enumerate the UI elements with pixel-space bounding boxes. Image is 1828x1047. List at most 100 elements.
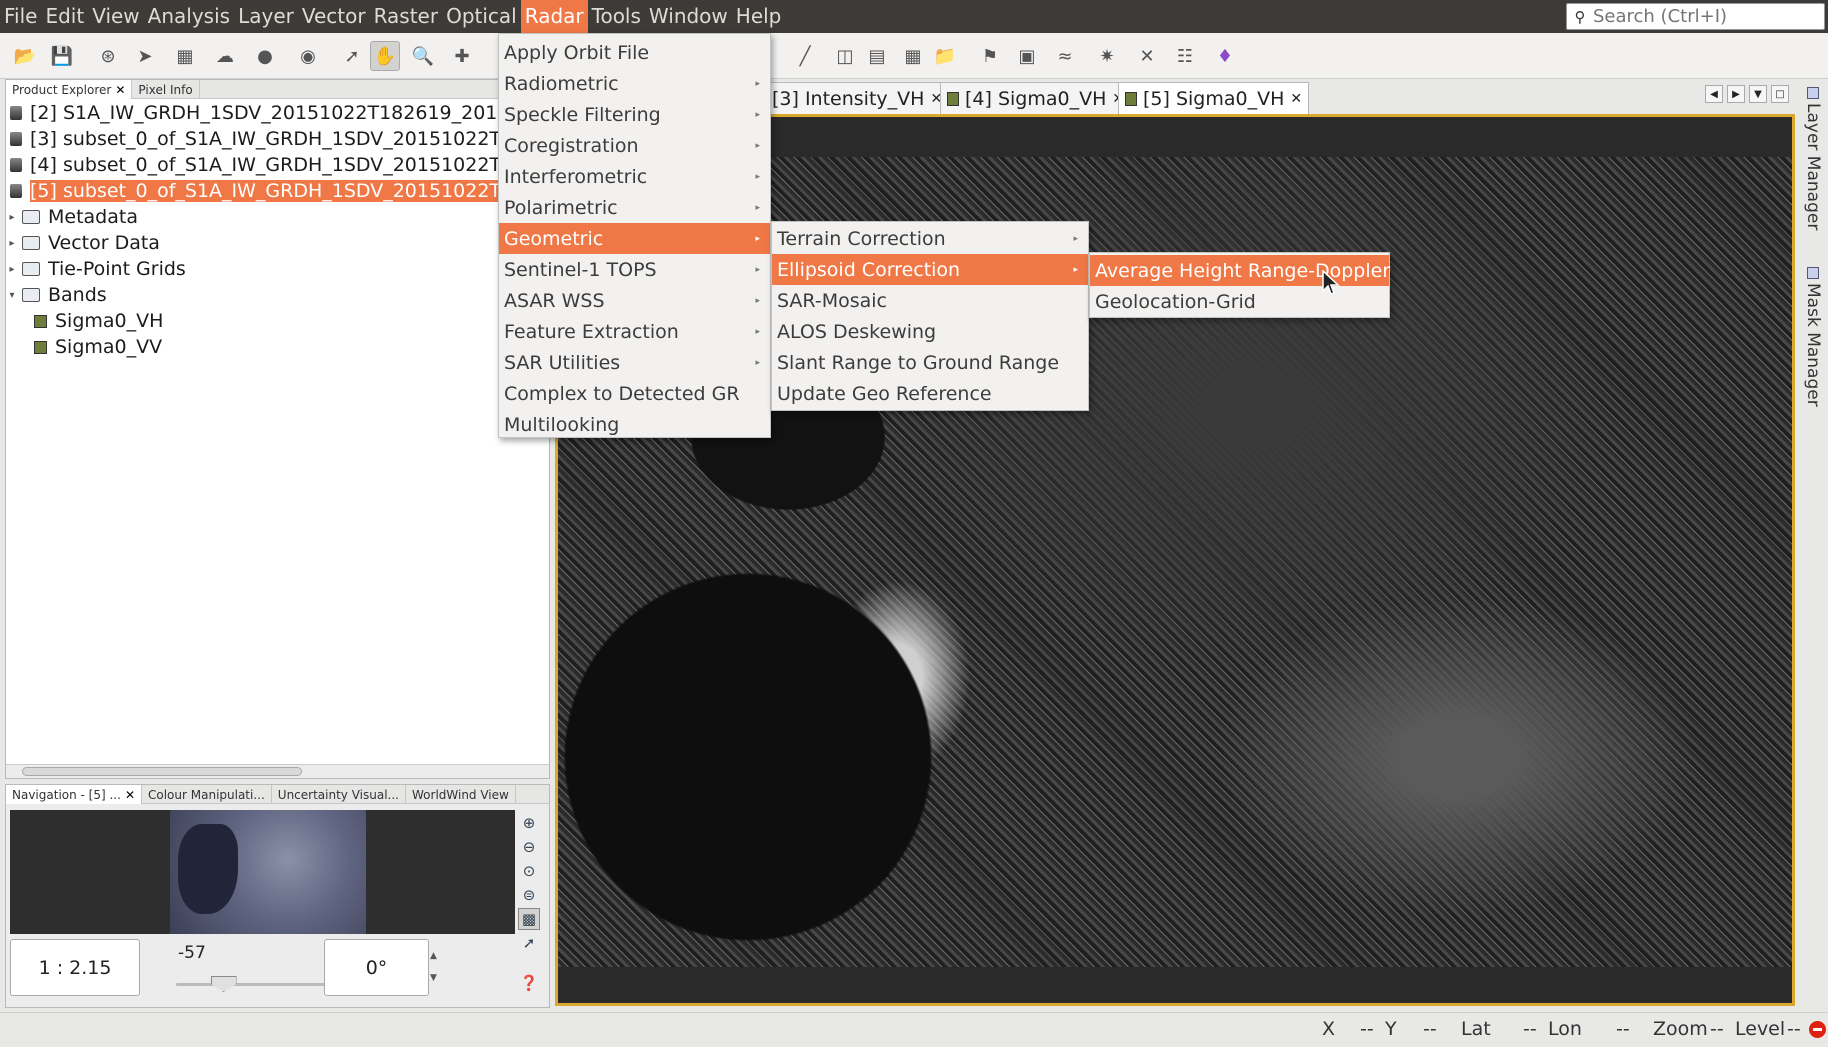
menu-item-coregistration[interactable]: Coregistration ▸	[499, 130, 770, 161]
menu-item-multilooking[interactable]: Multilooking	[499, 409, 770, 440]
binary-icon[interactable]: ☷	[1170, 41, 1200, 71]
plugin-icon[interactable]: ♦	[1210, 41, 1240, 71]
zoom-pixel-icon[interactable]: ⊙	[518, 860, 540, 882]
menu-view[interactable]: View	[88, 0, 143, 33]
product-item-4[interactable]: [4] subset_0_of_S1A_IW_GRDH_1SDV_2015102…	[6, 152, 574, 178]
zoom-slider-knob[interactable]	[210, 976, 237, 992]
search-box[interactable]: ⚲	[1566, 3, 1825, 30]
help-icon[interactable]: ❓	[518, 972, 540, 994]
draw-line-icon[interactable]: ╱	[790, 41, 820, 71]
menu-raster[interactable]: Raster	[370, 0, 443, 33]
tab-worldwind-view[interactable]: WorldWind View	[406, 785, 516, 804]
scrollbar-thumb[interactable]	[22, 767, 302, 776]
zoom-all-icon[interactable]: ⊜	[518, 884, 540, 906]
tab-pixel-info[interactable]: Pixel Info	[132, 80, 200, 99]
menu-edit[interactable]: Edit	[41, 0, 88, 33]
menu-window[interactable]: Window	[645, 0, 732, 33]
menu-item-radiometric[interactable]: Radiometric ▸	[499, 68, 770, 99]
menu-item-update-geo-reference[interactable]: Update Geo Reference	[772, 378, 1088, 409]
scroll-left-icon[interactable]: ◀	[1705, 85, 1723, 103]
folder-icon[interactable]: 📁	[930, 41, 960, 71]
menu-help[interactable]: Help	[732, 0, 786, 33]
menu-item-apply-orbit-file[interactable]: Apply Orbit File	[499, 37, 770, 68]
sync-cursor-icon[interactable]: ➚	[518, 932, 540, 954]
zoom-ratio-field[interactable]: 1 : 2.15	[10, 939, 140, 996]
layer-manager-tab[interactable]: Layer Manager	[1800, 87, 1826, 230]
menu-item-sar-mosaic[interactable]: SAR-Mosaic	[772, 285, 1088, 316]
scroll-right-icon[interactable]: ▶	[1727, 85, 1745, 103]
pan-tool-icon[interactable]: ✋	[370, 41, 400, 71]
select-tool-icon[interactable]: ➚	[337, 41, 367, 71]
tab-product-explorer[interactable]: Product Explorer ✕	[6, 80, 133, 99]
menu-layer[interactable]: Layer	[234, 0, 298, 33]
tree-node-vector-data[interactable]: ▸ Vector Data	[6, 230, 159, 256]
tree-node-tie-point-grids[interactable]: ▸ Tie-Point Grids	[6, 256, 185, 282]
menu-analysis[interactable]: Analysis	[144, 0, 234, 33]
menu-item-speckle-filtering[interactable]: Speckle Filtering ▸	[499, 99, 770, 130]
menu-tools[interactable]: Tools	[588, 0, 645, 33]
tab-colour-manipulation[interactable]: Colour Manipulati...	[142, 785, 272, 804]
wave-icon[interactable]: ≈	[1050, 41, 1080, 71]
menu-item-ellipsoid-correction[interactable]: Ellipsoid Correction ▸	[772, 254, 1088, 285]
menu-item-average-height-range-doppler[interactable]: Average Height Range-Doppler	[1090, 255, 1390, 286]
close-icon[interactable]: ✕	[125, 788, 135, 802]
menu-vector[interactable]: Vector	[298, 0, 370, 33]
editor-tab-5[interactable]: [5] Sigma0_VH ✕	[1118, 82, 1310, 114]
band-item-sigma0-vv[interactable]: Sigma0_VV	[34, 334, 162, 360]
menu-item-sar-utilities[interactable]: SAR Utilities ▸	[499, 347, 770, 378]
graticule-icon[interactable]: ▦	[170, 41, 200, 71]
product-item-3[interactable]: [3] subset_0_of_S1A_IW_GRDH_1SDV_2015102…	[6, 126, 574, 152]
tab-uncertainty-visual[interactable]: Uncertainty Visual...	[272, 785, 406, 804]
menu-optical[interactable]: Optical	[442, 0, 521, 33]
menu-item-alos-deskewing[interactable]: ALOS Deskewing	[772, 316, 1088, 347]
horizontal-scrollbar[interactable]	[6, 764, 549, 778]
error-indicator-icon[interactable]	[1809, 1021, 1826, 1038]
open-product-icon[interactable]: 📂	[10, 41, 40, 71]
pin-placing-icon[interactable]: ✚	[447, 41, 477, 71]
collapse-arrow-icon[interactable]: ▾	[6, 290, 18, 301]
tree-node-bands[interactable]: ▾ Bands	[6, 282, 106, 308]
gcp-icon[interactable]: ●	[250, 41, 280, 71]
flag-icon[interactable]: ⚑	[975, 41, 1005, 71]
stack-icon[interactable]: ▣	[1012, 41, 1042, 71]
band-item-sigma0-vh[interactable]: Sigma0_VH	[34, 308, 163, 334]
menu-item-feature-extraction[interactable]: Feature Extraction ▸	[499, 316, 770, 347]
zoom-out-icon[interactable]: ⊖	[518, 836, 540, 858]
zoom-tool-icon[interactable]: 🔍	[408, 41, 438, 71]
menu-item-asar-wss[interactable]: ASAR WSS ▸	[499, 285, 770, 316]
rotation-field[interactable]: 0°	[324, 939, 429, 996]
star-icon[interactable]: ✷	[1092, 41, 1122, 71]
sync-views-icon[interactable]: ▩	[518, 908, 540, 930]
world-map-icon[interactable]: ☁	[210, 41, 240, 71]
layout-grid-icon[interactable]: ▦	[898, 41, 928, 71]
editor-tab-3[interactable]: [3] Intensity_VH ✕	[765, 82, 950, 114]
menu-item-sentinel1-tops[interactable]: Sentinel-1 TOPS ▸	[499, 254, 770, 285]
menu-radar[interactable]: Radar	[520, 0, 588, 33]
band-maths-icon[interactable]: ⊛	[93, 41, 123, 71]
editor-tab-4[interactable]: [4] Sigma0_VH ✕	[940, 82, 1132, 114]
search-input[interactable]	[1593, 6, 1818, 27]
navigation-overview[interactable]	[10, 810, 515, 934]
close-icon[interactable]: ✕	[1290, 91, 1302, 107]
layout-rows-icon[interactable]: ▤	[862, 41, 892, 71]
product-item-5[interactable]: [5] subset_0_of_S1A_IW_GRDH_1SDV_2015102…	[6, 178, 574, 204]
tab-navigation[interactable]: Navigation - [5] ... ✕	[6, 785, 142, 804]
split-icon[interactable]: ✕	[1132, 41, 1162, 71]
mask-manager-tab[interactable]: Mask Manager	[1800, 267, 1826, 407]
tab-list-icon[interactable]: ▼	[1749, 85, 1767, 103]
layout-columns-icon[interactable]: ◫	[830, 41, 860, 71]
overview-thumbnail[interactable]	[170, 810, 366, 934]
menu-item-polarimetric[interactable]: Polarimetric ▸	[499, 192, 770, 223]
menu-item-geometric[interactable]: Geometric ▸	[499, 223, 770, 254]
menu-item-terrain-correction[interactable]: Terrain Correction ▸	[772, 223, 1088, 254]
expand-arrow-icon[interactable]: ▸	[6, 238, 18, 249]
zoom-in-icon[interactable]: ⊕	[518, 812, 540, 834]
menu-item-complex-to-detected-gr[interactable]: Complex to Detected GR	[499, 378, 770, 409]
menu-item-interferometric[interactable]: Interferometric ▸	[499, 161, 770, 192]
menu-file[interactable]: File	[0, 0, 41, 33]
expand-arrow-icon[interactable]: ▸	[6, 264, 18, 275]
menu-item-geolocation-grid[interactable]: Geolocation-Grid	[1090, 286, 1389, 317]
expand-arrow-icon[interactable]: ▸	[6, 212, 18, 223]
menu-item-slant-to-ground-range[interactable]: Slant Range to Ground Range	[772, 347, 1088, 378]
close-icon[interactable]: ✕	[115, 83, 125, 97]
